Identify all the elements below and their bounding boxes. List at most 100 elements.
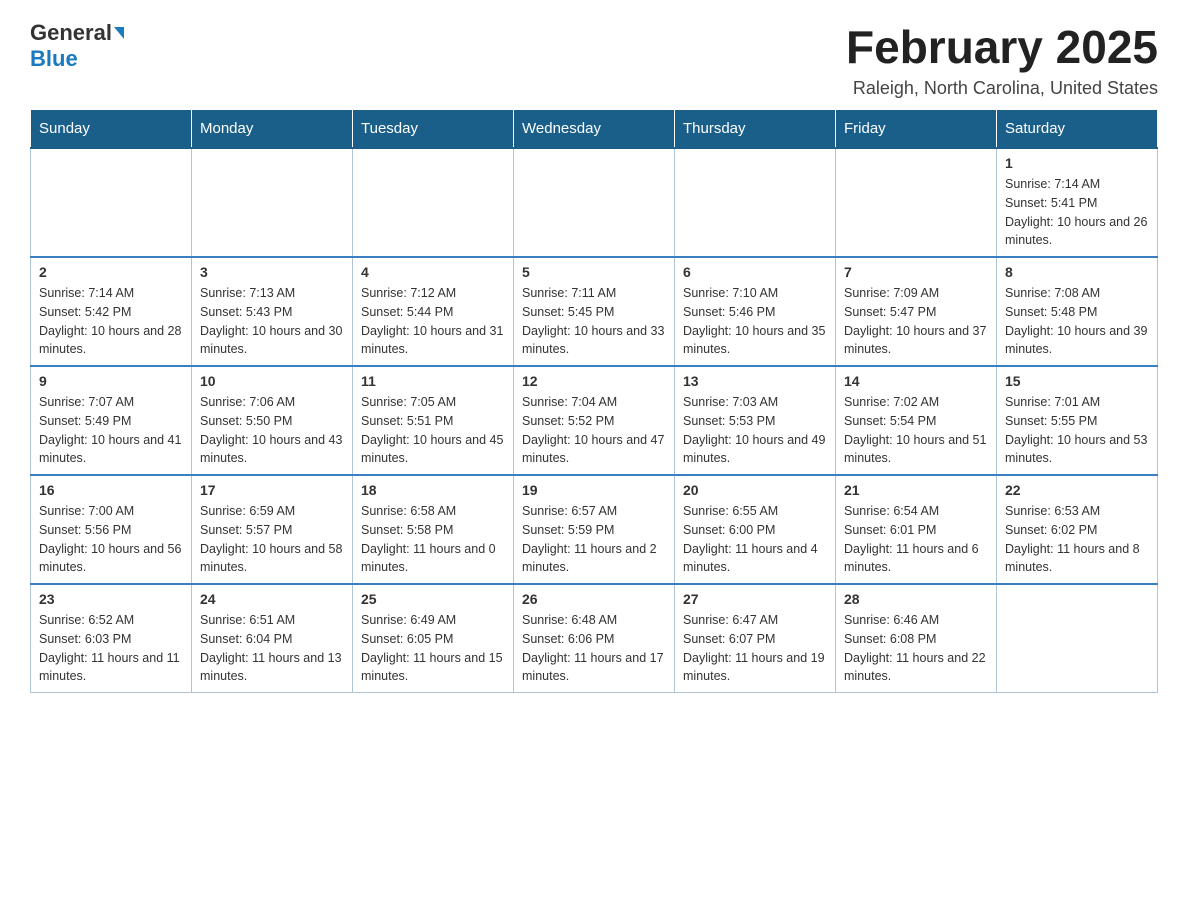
day-info: Sunrise: 6:49 AMSunset: 6:05 PMDaylight:…	[361, 611, 505, 686]
calendar-cell: 8 Sunrise: 7:08 AMSunset: 5:48 PMDaylight…	[997, 257, 1158, 366]
calendar-cell: 2 Sunrise: 7:14 AMSunset: 5:42 PMDaylight…	[31, 257, 192, 366]
day-of-week-header: Friday	[836, 110, 997, 149]
calendar-cell: 25 Sunrise: 6:49 AMSunset: 6:05 PMDayligh…	[353, 584, 514, 693]
day-of-week-header: Wednesday	[514, 110, 675, 149]
day-number: 1	[1005, 155, 1149, 171]
day-info: Sunrise: 6:59 AMSunset: 5:57 PMDaylight:…	[200, 502, 344, 577]
calendar-cell: 22 Sunrise: 6:53 AMSunset: 6:02 PMDayligh…	[997, 475, 1158, 584]
day-of-week-header: Thursday	[675, 110, 836, 149]
day-number: 24	[200, 591, 344, 607]
day-info: Sunrise: 7:06 AMSunset: 5:50 PMDaylight:…	[200, 393, 344, 468]
day-info: Sunrise: 7:14 AMSunset: 5:41 PMDaylight:…	[1005, 175, 1149, 250]
calendar-cell: 10 Sunrise: 7:06 AMSunset: 5:50 PMDayligh…	[192, 366, 353, 475]
day-number: 20	[683, 482, 827, 498]
calendar-cell: 12 Sunrise: 7:04 AMSunset: 5:52 PMDayligh…	[514, 366, 675, 475]
day-info: Sunrise: 7:14 AMSunset: 5:42 PMDaylight:…	[39, 284, 183, 359]
day-of-week-header: Saturday	[997, 110, 1158, 149]
day-number: 14	[844, 373, 988, 389]
day-info: Sunrise: 7:07 AMSunset: 5:49 PMDaylight:…	[39, 393, 183, 468]
calendar-cell: 4 Sunrise: 7:12 AMSunset: 5:44 PMDaylight…	[353, 257, 514, 366]
day-number: 10	[200, 373, 344, 389]
day-number: 13	[683, 373, 827, 389]
calendar-cell: 3 Sunrise: 7:13 AMSunset: 5:43 PMDaylight…	[192, 257, 353, 366]
calendar-cell	[31, 148, 192, 257]
day-info: Sunrise: 7:12 AMSunset: 5:44 PMDaylight:…	[361, 284, 505, 359]
logo-general-text: General	[30, 20, 112, 46]
calendar-cell: 6 Sunrise: 7:10 AMSunset: 5:46 PMDaylight…	[675, 257, 836, 366]
day-info: Sunrise: 6:51 AMSunset: 6:04 PMDaylight:…	[200, 611, 344, 686]
day-number: 28	[844, 591, 988, 607]
day-number: 9	[39, 373, 183, 389]
day-info: Sunrise: 7:02 AMSunset: 5:54 PMDaylight:…	[844, 393, 988, 468]
calendar-cell	[675, 148, 836, 257]
calendar-cell: 1 Sunrise: 7:14 AMSunset: 5:41 PMDaylight…	[997, 148, 1158, 257]
day-number: 25	[361, 591, 505, 607]
day-number: 7	[844, 264, 988, 280]
title-section: February 2025 Raleigh, North Carolina, U…	[846, 20, 1158, 99]
day-info: Sunrise: 7:09 AMSunset: 5:47 PMDaylight:…	[844, 284, 988, 359]
day-info: Sunrise: 6:57 AMSunset: 5:59 PMDaylight:…	[522, 502, 666, 577]
page-header: General Blue February 2025 Raleigh, Nort…	[30, 20, 1158, 99]
day-info: Sunrise: 7:10 AMSunset: 5:46 PMDaylight:…	[683, 284, 827, 359]
day-number: 4	[361, 264, 505, 280]
day-number: 15	[1005, 373, 1149, 389]
calendar-week-row: 9 Sunrise: 7:07 AMSunset: 5:49 PMDaylight…	[31, 366, 1158, 475]
day-info: Sunrise: 6:54 AMSunset: 6:01 PMDaylight:…	[844, 502, 988, 577]
calendar-cell	[353, 148, 514, 257]
day-number: 5	[522, 264, 666, 280]
day-info: Sunrise: 7:03 AMSunset: 5:53 PMDaylight:…	[683, 393, 827, 468]
calendar-week-row: 16 Sunrise: 7:00 AMSunset: 5:56 PMDayligh…	[31, 475, 1158, 584]
day-of-week-header: Tuesday	[353, 110, 514, 149]
calendar-cell: 16 Sunrise: 7:00 AMSunset: 5:56 PMDayligh…	[31, 475, 192, 584]
location-subtitle: Raleigh, North Carolina, United States	[846, 78, 1158, 99]
day-number: 21	[844, 482, 988, 498]
calendar-cell: 18Sunrise: 6:58 AMSunset: 5:58 PMDayligh…	[353, 475, 514, 584]
calendar-cell: 19Sunrise: 6:57 AMSunset: 5:59 PMDayligh…	[514, 475, 675, 584]
day-info: Sunrise: 7:01 AMSunset: 5:55 PMDaylight:…	[1005, 393, 1149, 468]
calendar-cell: 28 Sunrise: 6:46 AMSunset: 6:08 PMDayligh…	[836, 584, 997, 693]
calendar-cell: 27 Sunrise: 6:47 AMSunset: 6:07 PMDayligh…	[675, 584, 836, 693]
calendar-cell: 26 Sunrise: 6:48 AMSunset: 6:06 PMDayligh…	[514, 584, 675, 693]
calendar-cell	[192, 148, 353, 257]
calendar-cell	[514, 148, 675, 257]
day-info: Sunrise: 7:00 AMSunset: 5:56 PMDaylight:…	[39, 502, 183, 577]
calendar-cell: 21 Sunrise: 6:54 AMSunset: 6:01 PMDayligh…	[836, 475, 997, 584]
calendar-week-row: 2 Sunrise: 7:14 AMSunset: 5:42 PMDaylight…	[31, 257, 1158, 366]
day-info: Sunrise: 6:47 AMSunset: 6:07 PMDaylight:…	[683, 611, 827, 686]
day-number: 6	[683, 264, 827, 280]
logo: General Blue	[30, 20, 124, 72]
day-number: 16	[39, 482, 183, 498]
day-number: 11	[361, 373, 505, 389]
calendar-cell: 24 Sunrise: 6:51 AMSunset: 6:04 PMDayligh…	[192, 584, 353, 693]
day-number: 17	[200, 482, 344, 498]
calendar-cell: 7 Sunrise: 7:09 AMSunset: 5:47 PMDaylight…	[836, 257, 997, 366]
calendar-cell: 20Sunrise: 6:55 AMSunset: 6:00 PMDayligh…	[675, 475, 836, 584]
day-number: 23	[39, 591, 183, 607]
day-number: 2	[39, 264, 183, 280]
calendar-table: SundayMondayTuesdayWednesdayThursdayFrid…	[30, 109, 1158, 693]
day-number: 22	[1005, 482, 1149, 498]
day-number: 12	[522, 373, 666, 389]
day-info: Sunrise: 6:48 AMSunset: 6:06 PMDaylight:…	[522, 611, 666, 686]
calendar-cell: 14 Sunrise: 7:02 AMSunset: 5:54 PMDayligh…	[836, 366, 997, 475]
calendar-cell: 23Sunrise: 6:52 AMSunset: 6:03 PMDayligh…	[31, 584, 192, 693]
calendar-cell: 9 Sunrise: 7:07 AMSunset: 5:49 PMDaylight…	[31, 366, 192, 475]
day-number: 3	[200, 264, 344, 280]
day-number: 8	[1005, 264, 1149, 280]
calendar-cell: 15 Sunrise: 7:01 AMSunset: 5:55 PMDayligh…	[997, 366, 1158, 475]
day-number: 26	[522, 591, 666, 607]
day-info: Sunrise: 7:13 AMSunset: 5:43 PMDaylight:…	[200, 284, 344, 359]
day-info: Sunrise: 7:11 AMSunset: 5:45 PMDaylight:…	[522, 284, 666, 359]
day-info: Sunrise: 7:04 AMSunset: 5:52 PMDaylight:…	[522, 393, 666, 468]
calendar-cell: 5 Sunrise: 7:11 AMSunset: 5:45 PMDaylight…	[514, 257, 675, 366]
day-of-week-header: Monday	[192, 110, 353, 149]
calendar-cell: 17 Sunrise: 6:59 AMSunset: 5:57 PMDayligh…	[192, 475, 353, 584]
day-info: Sunrise: 7:08 AMSunset: 5:48 PMDaylight:…	[1005, 284, 1149, 359]
logo-blue-text: Blue	[30, 46, 78, 72]
calendar-header-row: SundayMondayTuesdayWednesdayThursdayFrid…	[31, 110, 1158, 149]
calendar-cell	[997, 584, 1158, 693]
day-of-week-header: Sunday	[31, 110, 192, 149]
day-number: 27	[683, 591, 827, 607]
day-info: Sunrise: 6:46 AMSunset: 6:08 PMDaylight:…	[844, 611, 988, 686]
day-info: Sunrise: 6:53 AMSunset: 6:02 PMDaylight:…	[1005, 502, 1149, 577]
